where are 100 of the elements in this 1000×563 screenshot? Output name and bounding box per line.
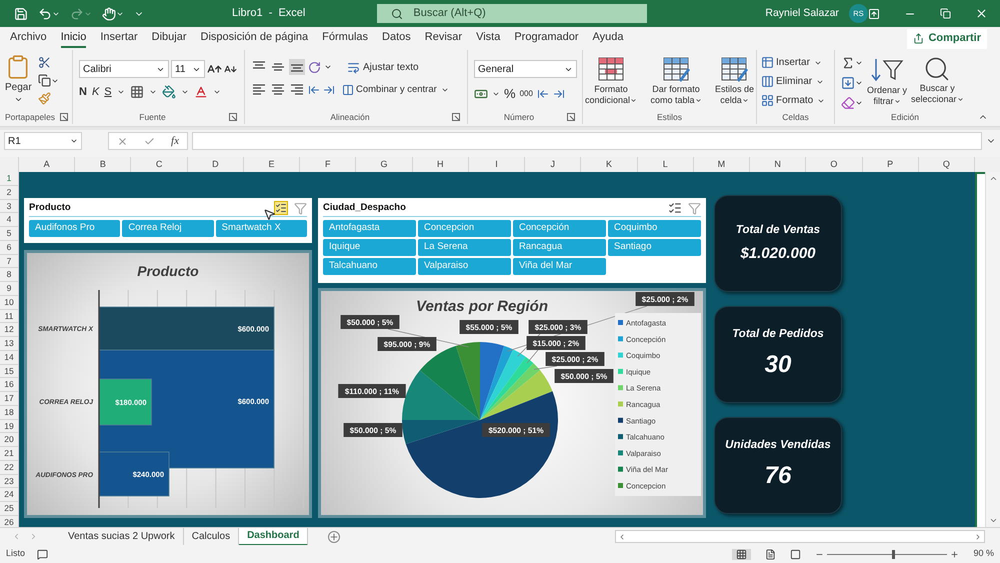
multi-select-icon[interactable] bbox=[668, 201, 682, 215]
ribbon-display-icon[interactable] bbox=[868, 8, 880, 20]
cells-button[interactable]: Formato bbox=[761, 93, 830, 108]
search-field[interactable]: Buscar (Alt+Q) bbox=[377, 4, 648, 23]
enter-icon[interactable] bbox=[144, 136, 156, 146]
thousands-button[interactable]: 000 bbox=[520, 88, 533, 100]
page-break-view-icon[interactable] bbox=[790, 548, 802, 560]
sheet-tab[interactable]: Dashboard bbox=[239, 528, 308, 546]
kpi-label: Unidades Vendidas bbox=[725, 438, 831, 453]
ribbon-tab[interactable]: Disposición de página bbox=[200, 29, 308, 48]
percent-button[interactable]: % bbox=[504, 84, 516, 104]
horizontal-scrollbar[interactable] bbox=[615, 530, 985, 543]
caret-icon[interactable] bbox=[855, 59, 863, 67]
group-label: Celdas bbox=[782, 110, 809, 124]
accessibility-icon[interactable] bbox=[37, 548, 48, 560]
eraser-icon[interactable] bbox=[841, 96, 855, 110]
touch-mode-icon[interactable] bbox=[102, 6, 116, 20]
group-label: Estilos bbox=[656, 110, 682, 124]
multi-select-icon[interactable] bbox=[274, 201, 288, 215]
ribbon-tab[interactable]: Vista bbox=[476, 29, 500, 48]
ribbon-tab[interactable]: Fórmulas bbox=[322, 29, 368, 48]
decrease-indent-icon[interactable] bbox=[308, 84, 320, 96]
caret-icon[interactable] bbox=[855, 99, 863, 107]
format-painter-icon[interactable] bbox=[38, 92, 51, 105]
group-label: Alineación bbox=[330, 110, 370, 124]
borders-icon[interactable] bbox=[130, 85, 144, 100]
bold-button[interactable]: N bbox=[79, 84, 87, 100]
slicer-title: Producto bbox=[29, 200, 71, 215]
increase-indent-icon[interactable] bbox=[323, 84, 335, 96]
save-icon[interactable] bbox=[14, 6, 28, 20]
page-layout-icon[interactable] bbox=[765, 548, 776, 560]
ribbon-tab[interactable]: Dibujar bbox=[152, 29, 187, 48]
find-select-button[interactable]: Buscar y seleccionar bbox=[911, 55, 964, 105]
scroll-down-icon[interactable] bbox=[988, 516, 998, 525]
share-button[interactable]: Compartir bbox=[907, 28, 987, 48]
font-name-field[interactable]: Calibri bbox=[79, 60, 169, 78]
group-label: Portapapeles bbox=[4, 110, 56, 124]
insert-cells-icon bbox=[761, 56, 774, 69]
restore-icon[interactable] bbox=[940, 8, 951, 19]
number-format-field[interactable]: General bbox=[474, 60, 577, 78]
orientation-icon[interactable] bbox=[308, 60, 321, 74]
format-cells-icon bbox=[761, 94, 774, 107]
ribbon-tab[interactable]: Datos bbox=[382, 29, 411, 48]
kpi-value: $1.020.000 bbox=[740, 244, 816, 264]
style-button[interactable]: Estilos de celda bbox=[714, 54, 754, 106]
underline-button[interactable]: S bbox=[104, 84, 112, 100]
ribbon-tab[interactable]: Archivo bbox=[10, 29, 47, 48]
merge-center-button[interactable]: Combinar y centrar bbox=[342, 82, 449, 98]
ribbon-tab[interactable]: Inicio bbox=[60, 29, 86, 48]
window-title: Libro1 - Excel bbox=[232, 6, 306, 22]
autosum-icon[interactable] bbox=[841, 56, 855, 70]
scroll-right-icon[interactable] bbox=[974, 532, 982, 540]
caret-icon bbox=[894, 98, 901, 105]
share-icon bbox=[913, 33, 924, 44]
fill-icon[interactable] bbox=[841, 76, 855, 90]
italic-button[interactable]: K bbox=[92, 84, 100, 100]
undo-icon[interactable] bbox=[38, 6, 52, 20]
dialog-launcher-icon[interactable] bbox=[60, 113, 68, 121]
add-sheet-icon[interactable] bbox=[328, 530, 340, 542]
caret-icon bbox=[14, 95, 23, 104]
decrease-decimal-icon[interactable] bbox=[552, 88, 565, 100]
zoom-in-icon[interactable] bbox=[950, 550, 960, 558]
scroll-up-icon[interactable] bbox=[988, 174, 998, 183]
dialog-launcher-icon[interactable] bbox=[567, 113, 575, 121]
style-button[interactable]: Formato condicional bbox=[585, 54, 638, 106]
group-label: Número bbox=[504, 110, 534, 124]
font-size-field[interactable]: 11 bbox=[171, 60, 205, 78]
increase-decimal-icon[interactable] bbox=[536, 88, 549, 100]
close-icon[interactable] bbox=[975, 7, 988, 20]
ribbon-tab[interactable]: Ayuda bbox=[592, 29, 624, 48]
kpi-value: 76 bbox=[764, 461, 792, 492]
font-color-icon[interactable] bbox=[194, 85, 208, 100]
caret-icon[interactable] bbox=[324, 63, 332, 71]
dialog-launcher-icon[interactable] bbox=[452, 113, 460, 121]
fill-color-icon[interactable] bbox=[162, 85, 176, 100]
wrap-text-button[interactable]: Ajustar texto bbox=[347, 60, 419, 74]
normal-view-icon[interactable] bbox=[736, 548, 748, 560]
scroll-left-icon[interactable] bbox=[618, 532, 626, 540]
slicer-title: Ciudad_Despacho bbox=[323, 200, 406, 215]
formula-field[interactable] bbox=[192, 132, 982, 150]
sort-filter-button[interactable]: Ordenar y filtrar bbox=[867, 55, 908, 107]
ribbon-tab[interactable]: Programador bbox=[514, 29, 579, 48]
cells-button[interactable]: Eliminar bbox=[761, 74, 830, 89]
mouse-cursor-icon bbox=[263, 208, 276, 221]
ribbon-tab[interactable]: Revisar bbox=[424, 29, 462, 48]
zoom-level: 90 % bbox=[973, 547, 994, 560]
dialog-launcher-icon[interactable] bbox=[229, 113, 237, 121]
selected-cell[interactable] bbox=[975, 172, 985, 527]
caret-icon[interactable] bbox=[855, 79, 863, 87]
cancel-icon[interactable] bbox=[117, 136, 128, 146]
insert-function-button[interactable]: fx bbox=[171, 132, 179, 150]
delete-cells-icon bbox=[761, 75, 774, 88]
name-box[interactable]: R1 bbox=[4, 132, 82, 150]
cells-button[interactable]: Insertar bbox=[761, 55, 830, 70]
paste-button[interactable]: Pegar bbox=[3, 54, 34, 104]
ribbon-tab[interactable]: Insertar bbox=[100, 29, 138, 48]
cut-icon[interactable] bbox=[38, 56, 51, 69]
copy-icon[interactable] bbox=[38, 74, 51, 87]
style-button[interactable]: Dar formato como tabla bbox=[650, 54, 702, 106]
zoom-thumb[interactable] bbox=[892, 550, 896, 558]
